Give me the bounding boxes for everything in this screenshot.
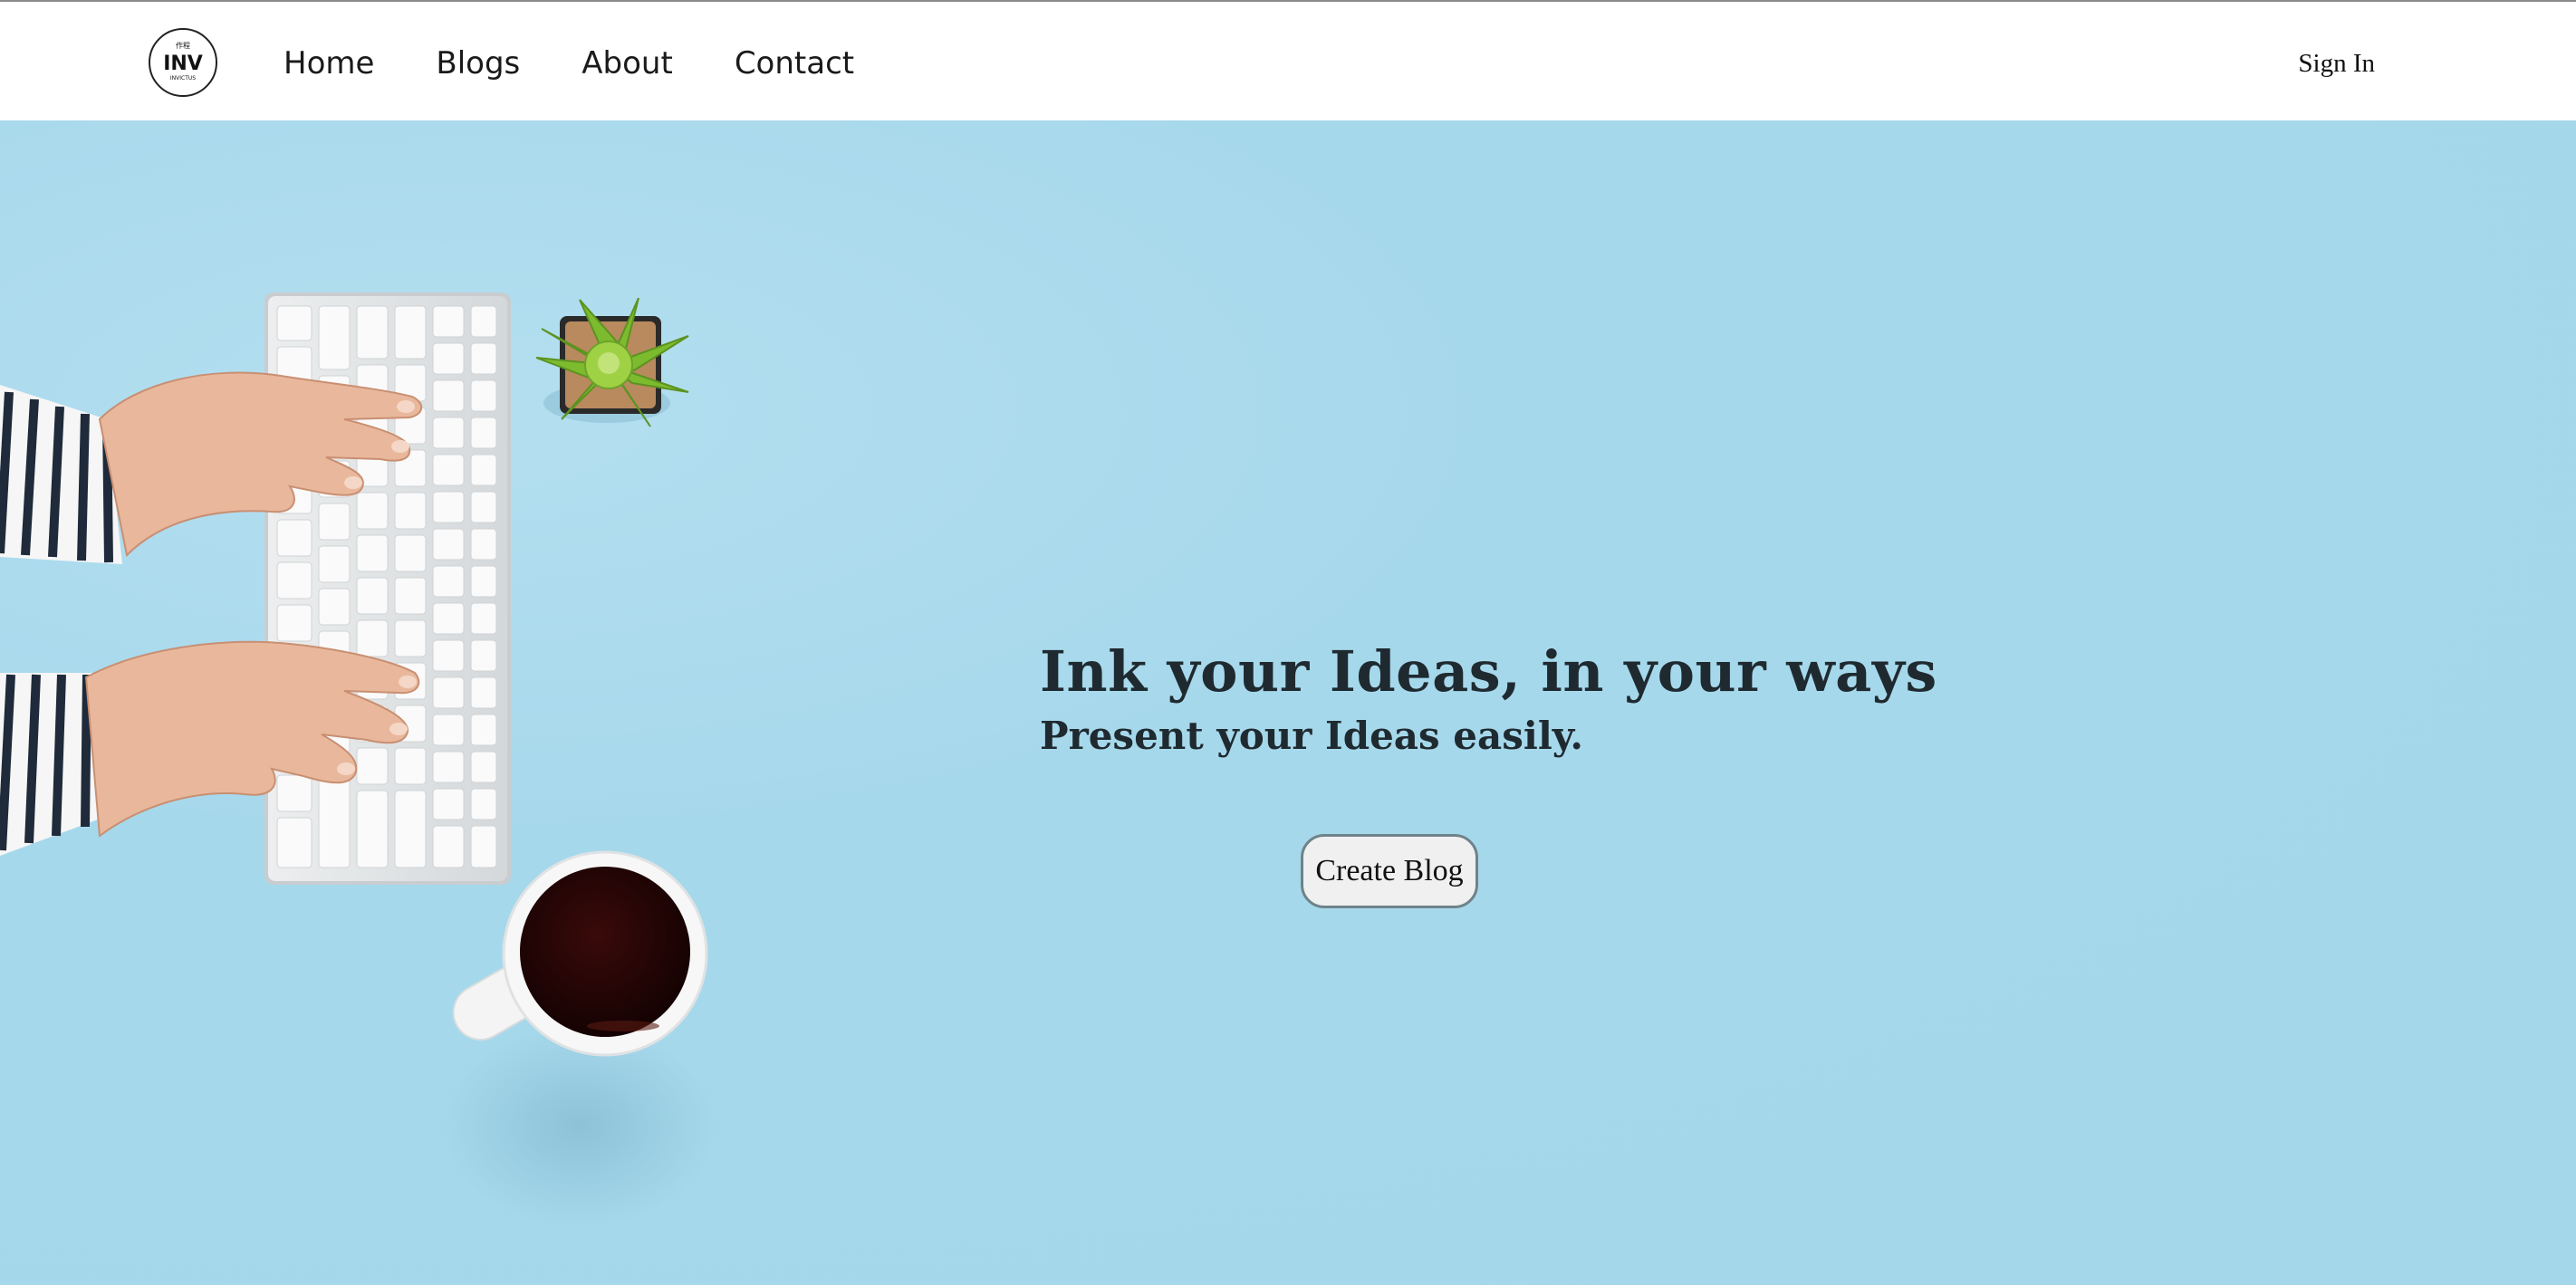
- invictus-logo-icon: 作程 INV INVICTUS: [163, 41, 203, 82]
- nav-link-blogs[interactable]: Blogs: [436, 42, 520, 85]
- hero-text-block: Ink your Ideas, in your ways Present you…: [1040, 635, 1937, 762]
- succulent-plant-icon: [535, 297, 689, 427]
- create-blog-button[interactable]: Create Blog: [1301, 834, 1478, 908]
- main-nav: Home Blogs About Contact: [284, 42, 916, 85]
- svg-text:作程: 作程: [176, 41, 190, 50]
- nav-link-home[interactable]: Home: [284, 42, 374, 85]
- desk-workspace-illustration: [0, 292, 716, 1225]
- coffee-cup-icon: [444, 850, 716, 1225]
- top-navbar: 作程 INV INVICTUS Home Blogs About Contact…: [0, 0, 2576, 120]
- sign-in-link[interactable]: Sign In: [2298, 45, 2375, 82]
- svg-text:INVICTUS: INVICTUS: [170, 75, 196, 82]
- nav-link-about[interactable]: About: [582, 42, 673, 85]
- brand-logo[interactable]: 作程 INV INVICTUS: [149, 28, 217, 97]
- hero-subtitle: Present your Ideas easily.: [1040, 714, 1583, 758]
- hero-section: Ink your Ideas, in your ways Present you…: [0, 120, 2576, 1285]
- svg-text:INV: INV: [163, 53, 203, 75]
- hero-title: Ink your Ideas, in your ways: [1040, 638, 1937, 705]
- nav-link-contact[interactable]: Contact: [735, 42, 854, 85]
